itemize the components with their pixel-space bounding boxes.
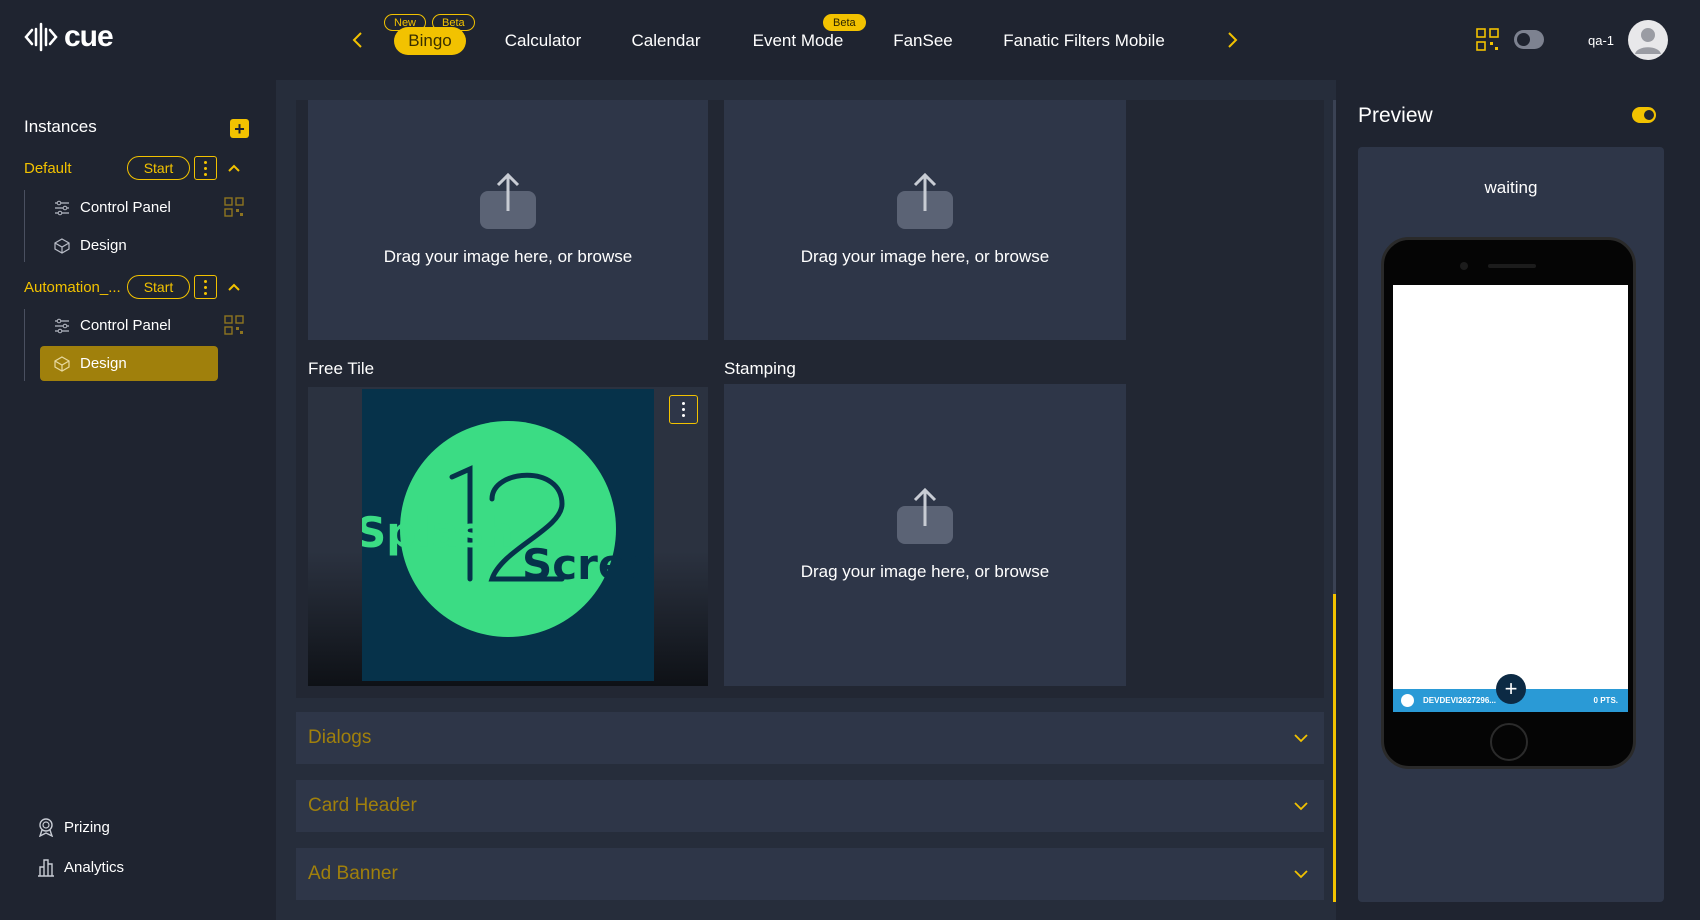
instance-menu-button-default[interactable]: [194, 156, 217, 180]
instance-menu-button-automation[interactable]: [194, 275, 217, 299]
add-instance-button[interactable]: +: [230, 119, 249, 138]
tree-line: [24, 309, 25, 381]
logo-text: cue: [64, 20, 114, 53]
tab-fanatic-filters-mobile[interactable]: Fanatic Filters Mobile: [1002, 27, 1166, 55]
instance-name-automation[interactable]: Automation_...: [24, 279, 121, 296]
splash-text-right: Screen: [522, 540, 654, 589]
accordion-label: Card Header: [308, 795, 417, 816]
user-name: qa-1: [1588, 33, 1615, 48]
qr-code-icon: [1476, 28, 1499, 51]
dropzone-text: Drag your image here, or browse: [383, 247, 633, 266]
user-avatar[interactable]: [1628, 20, 1668, 60]
upload-icon: [897, 173, 953, 229]
sidebar-item-prizing[interactable]: Prizing: [36, 817, 110, 837]
accordion-card-header[interactable]: Card Header: [296, 780, 1324, 832]
stamping-label: Stamping: [724, 359, 796, 378]
tab-event-mode[interactable]: Event Mode: [750, 27, 846, 55]
nav-prev-arrow[interactable]: [347, 28, 367, 52]
accordion-ad-banner[interactable]: Ad Banner: [296, 848, 1324, 900]
free-tile-image[interactable]: Splash Screen: [308, 387, 708, 686]
sidebar-item-label: Design: [80, 355, 127, 372]
phone-speaker: [1488, 264, 1536, 268]
device-id: DEVDEVI2627296...: [1423, 696, 1496, 705]
award-icon: [38, 818, 54, 837]
upload-icon: [480, 173, 536, 229]
free-tile-menu-button[interactable]: [669, 395, 698, 424]
chevron-down-icon: [1294, 869, 1308, 878]
top-bar: cue New Beta Bingo Calculator Calendar B…: [0, 0, 1700, 80]
chevron-up-icon[interactable]: [226, 160, 242, 176]
sidebar-item-design[interactable]: Design: [40, 228, 218, 263]
sidebar-item-label: Control Panel: [80, 317, 171, 334]
cube-icon: [54, 237, 70, 254]
splash-text-left: Splash: [362, 508, 514, 557]
sidebar-item-label: Design: [80, 237, 127, 254]
tree-line: [24, 190, 25, 262]
cue-logo[interactable]: cue: [24, 20, 114, 54]
add-icon[interactable]: +: [1496, 674, 1526, 704]
sidebar-item-control-panel[interactable]: Control Panel: [40, 308, 218, 343]
waveform-icon: [24, 22, 58, 52]
preview-toggle[interactable]: [1632, 107, 1656, 123]
scrollbar-thumb[interactable]: [1333, 594, 1336, 902]
info-icon: [1401, 694, 1414, 707]
sidebar-item-analytics[interactable]: Analytics: [36, 857, 124, 877]
tab-bingo[interactable]: Bingo: [394, 27, 466, 55]
instance-name-default[interactable]: Default: [24, 160, 72, 177]
sliders-icon: [54, 200, 70, 216]
analytics-label: Analytics: [64, 858, 125, 876]
start-button-automation[interactable]: Start: [127, 275, 190, 299]
start-button-default[interactable]: Start: [127, 156, 190, 180]
qr-code-button[interactable]: [1476, 28, 1500, 52]
chevron-down-icon: [1294, 801, 1308, 810]
stamping-dropzone[interactable]: Drag your image here, or browse: [724, 384, 1126, 686]
tab-calendar[interactable]: Calendar: [630, 27, 702, 55]
splash-screen-image: Splash Screen: [362, 389, 654, 681]
chevron-left-icon: [352, 32, 362, 48]
chevron-up-icon[interactable]: [226, 279, 242, 295]
upload-icon: [897, 488, 953, 544]
chevron-down-icon: [1294, 733, 1308, 742]
bar-chart-icon: [38, 859, 54, 877]
cube-icon: [54, 355, 70, 372]
theme-toggle[interactable]: [1514, 30, 1544, 49]
sidebar-item-label: Control Panel: [80, 199, 171, 216]
instances-title: Instances: [24, 117, 97, 136]
qr-code-icon[interactable]: [224, 315, 244, 335]
image-dropzone[interactable]: Drag your image here, or browse: [724, 100, 1126, 340]
accordion-label: Ad Banner: [308, 863, 398, 884]
sidebar-item-control-panel[interactable]: Control Panel: [40, 190, 218, 225]
phone-screen: [1393, 285, 1628, 712]
accordion-dialogs[interactable]: Dialogs: [296, 712, 1324, 764]
free-tile-label: Free Tile: [308, 359, 375, 378]
phone-camera: [1460, 262, 1468, 270]
tab-fansee[interactable]: FanSee: [893, 27, 953, 55]
tab-calculator[interactable]: Calculator: [500, 27, 586, 55]
qr-code-icon[interactable]: [224, 197, 244, 217]
prizing-label: Prizing: [64, 818, 110, 836]
dropzone-text: Drag your image here, or browse: [800, 247, 1050, 266]
preview-title: Preview: [1358, 104, 1433, 127]
points-label: 0 PTS.: [1593, 696, 1618, 705]
phone-home-button: [1490, 723, 1528, 761]
sidebar-item-design-active[interactable]: Design: [40, 346, 218, 381]
image-dropzone[interactable]: Drag your image here, or browse: [308, 100, 708, 340]
user-icon: [1635, 28, 1661, 54]
nav-next-arrow[interactable]: [1223, 28, 1243, 52]
accordion-label: Dialogs: [308, 727, 372, 748]
chevron-right-icon: [1228, 32, 1238, 48]
sliders-icon: [54, 318, 70, 334]
dropzone-text: Drag your image here, or browse: [800, 562, 1050, 581]
preview-status: waiting: [1484, 178, 1538, 197]
